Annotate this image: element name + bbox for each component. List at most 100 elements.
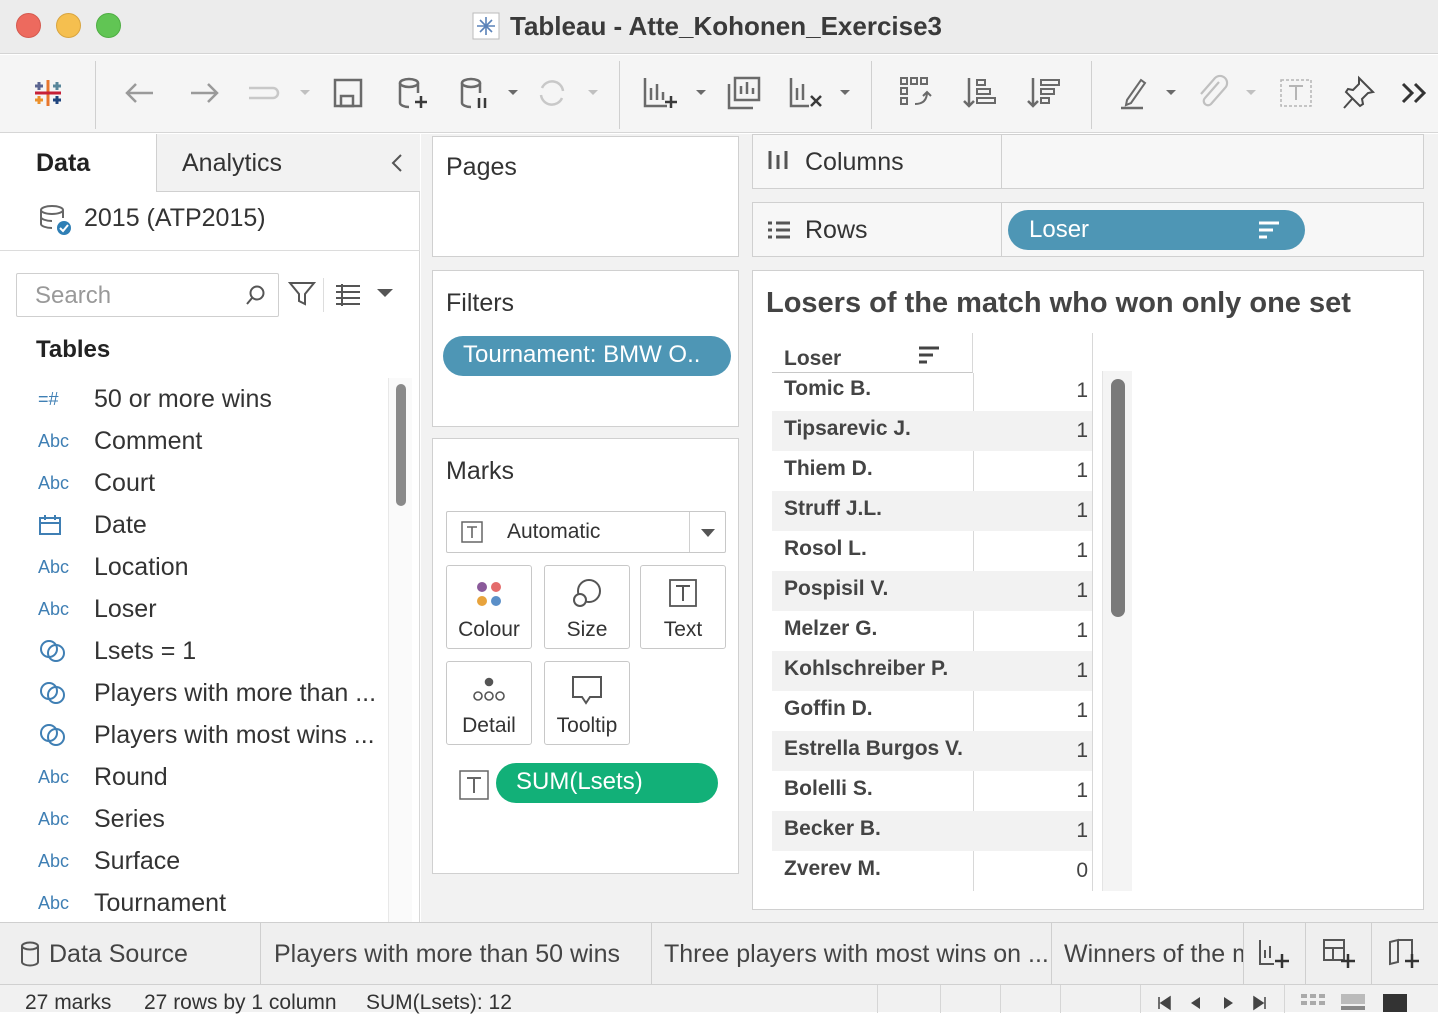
view-list-icon[interactable]: [334, 282, 362, 306]
replay-animation-icon[interactable]: [242, 71, 286, 115]
sort-descending-icon[interactable]: [1022, 71, 1066, 115]
text-button[interactable]: Text: [640, 565, 726, 649]
show-sheet-sorter-icon[interactable]: [1340, 993, 1366, 1011]
table-row[interactable]: Zverev M. 0: [772, 851, 1092, 891]
new-worksheet-button[interactable]: [1244, 923, 1306, 985]
colour-button[interactable]: Colour: [446, 565, 532, 649]
tooltip-button[interactable]: Tooltip: [544, 661, 630, 745]
field-item[interactable]: Lsets = 1: [38, 630, 196, 672]
refresh-icon[interactable]: [530, 71, 574, 115]
show-tabs-icon[interactable]: [1382, 993, 1408, 1013]
minimize-window-button[interactable]: [56, 13, 81, 38]
filters-card[interactable]: Filters Tournament: BMW O..: [432, 270, 739, 427]
show-filmstrip-icon[interactable]: [1300, 993, 1326, 1011]
more-tools-icon[interactable]: [1394, 71, 1434, 115]
columns-shelf[interactable]: Columns: [752, 134, 1424, 189]
new-data-source-icon[interactable]: [390, 71, 434, 115]
chevron-down-icon[interactable]: [694, 85, 708, 99]
view-scrollbar[interactable]: [1102, 371, 1132, 891]
new-dashboard-button[interactable]: [1306, 923, 1372, 985]
table-row[interactable]: Struff J.L. 1: [772, 491, 1092, 531]
new-worksheet-icon[interactable]: [638, 71, 682, 115]
field-item[interactable]: Abc Loser: [38, 588, 157, 630]
tableau-logo-icon[interactable]: [26, 71, 70, 115]
filter-pill-tournament[interactable]: Tournament: BMW O..: [443, 336, 731, 376]
colour-dots-icon: [477, 582, 501, 606]
table-row[interactable]: Thiem D. 1: [772, 451, 1092, 491]
table-row[interactable]: Goffin D. 1: [772, 691, 1092, 731]
undo-icon[interactable]: [118, 71, 162, 115]
filter-icon[interactable]: [288, 280, 316, 308]
previous-sheet-icon[interactable]: [1188, 995, 1204, 1011]
highlight-pen-icon[interactable]: [1112, 71, 1156, 115]
chevron-down-icon[interactable]: [298, 85, 312, 99]
chevron-down-icon[interactable]: [1164, 85, 1178, 99]
field-item[interactable]: Abc Comment: [38, 420, 202, 462]
field-item[interactable]: Abc Court: [38, 462, 155, 504]
table-row[interactable]: Kohlschreiber P. 1: [772, 651, 1092, 691]
table-row[interactable]: Tomic B. 1: [772, 371, 1092, 411]
field-item[interactable]: Abc Round: [38, 756, 168, 798]
pause-updates-icon[interactable]: [452, 71, 496, 115]
search-field[interactable]: Search: [16, 273, 279, 317]
rows-pill-loser[interactable]: Loser: [1008, 210, 1305, 250]
detail-button[interactable]: Detail: [446, 661, 532, 745]
new-story-button[interactable]: [1372, 923, 1438, 985]
tab-analytics[interactable]: Analytics: [182, 134, 282, 192]
mark-type-dropdown[interactable]: Automatic: [446, 511, 726, 553]
tab-data-source[interactable]: Data Source: [0, 923, 261, 985]
table-body: Tomic B. 1 Tipsarevic J. 1 Thiem D. 1 Struf…: [772, 371, 1094, 891]
first-sheet-icon[interactable]: [1156, 995, 1172, 1011]
table-row[interactable]: Pospisil V. 1: [772, 571, 1092, 611]
data-source-name[interactable]: 2015 (ATP2015): [84, 204, 266, 233]
loser-name: Goffin D.: [784, 697, 873, 720]
field-item[interactable]: Players with more than ...: [38, 672, 376, 714]
table-row[interactable]: Becker B. 1: [772, 811, 1092, 851]
scrollbar-thumb[interactable]: [396, 384, 406, 506]
table-row[interactable]: Melzer G. 1: [772, 611, 1092, 651]
close-window-button[interactable]: [16, 13, 41, 38]
tab-sheet[interactable]: Players with more than 50 wins: [261, 923, 652, 985]
table-row[interactable]: Tipsarevic J. 1: [772, 411, 1092, 451]
field-item[interactable]: Abc Tournament: [38, 882, 226, 922]
sort-ascending-icon[interactable]: [958, 71, 1002, 115]
tab-sheet[interactable]: Winners of the m: [1052, 923, 1244, 985]
field-item[interactable]: =# 50 or more wins: [38, 378, 272, 420]
field-list-scrollbar[interactable]: [388, 378, 412, 922]
field-item[interactable]: Players with most wins ...: [38, 714, 375, 756]
maximize-window-button[interactable]: [96, 13, 121, 38]
duplicate-sheet-icon[interactable]: [722, 71, 766, 115]
tab-sheet[interactable]: Three players with most wins on ...: [652, 923, 1052, 985]
chevron-down-icon[interactable]: [838, 85, 852, 99]
chevron-down-icon[interactable]: [586, 85, 600, 99]
swap-rows-columns-icon[interactable]: [894, 71, 938, 115]
save-icon[interactable]: [326, 71, 370, 115]
table-row[interactable]: Rosol L. 1: [772, 531, 1092, 571]
pages-card[interactable]: Pages: [432, 136, 739, 257]
field-item[interactable]: Date: [38, 504, 147, 546]
field-item[interactable]: Abc Surface: [38, 840, 180, 882]
pin-icon[interactable]: [1336, 71, 1380, 115]
next-sheet-icon[interactable]: [1220, 995, 1236, 1011]
show-mark-labels-icon[interactable]: [1274, 71, 1318, 115]
field-item[interactable]: Abc Location: [38, 546, 189, 588]
chevron-down-icon[interactable]: [1244, 85, 1258, 99]
group-members-paperclip-icon[interactable]: [1190, 71, 1234, 115]
table-row[interactable]: Estrella Burgos V. 1: [772, 731, 1092, 771]
last-sheet-icon[interactable]: [1252, 995, 1268, 1011]
size-button[interactable]: Size: [544, 565, 630, 649]
collapse-pane-icon[interactable]: [388, 152, 406, 174]
column-header-loser[interactable]: Loser: [772, 333, 973, 373]
chevron-down-icon[interactable]: [376, 286, 394, 300]
redo-icon[interactable]: [182, 71, 226, 115]
sort-descending-icon[interactable]: [918, 345, 940, 365]
measure-pill-sum-lsets[interactable]: SUM(Lsets): [496, 763, 718, 803]
field-item[interactable]: Abc Series: [38, 798, 165, 840]
rows-shelf[interactable]: Rows Loser: [752, 202, 1424, 257]
chevron-down-icon[interactable]: [506, 85, 520, 99]
table-row[interactable]: Bolelli S. 1: [772, 771, 1092, 811]
scrollbar-thumb[interactable]: [1111, 379, 1125, 617]
clear-sheet-icon[interactable]: [784, 71, 828, 115]
marks-card[interactable]: Marks Automatic Colour Size Text Detail …: [432, 438, 739, 874]
tab-data[interactable]: Data: [36, 134, 90, 192]
